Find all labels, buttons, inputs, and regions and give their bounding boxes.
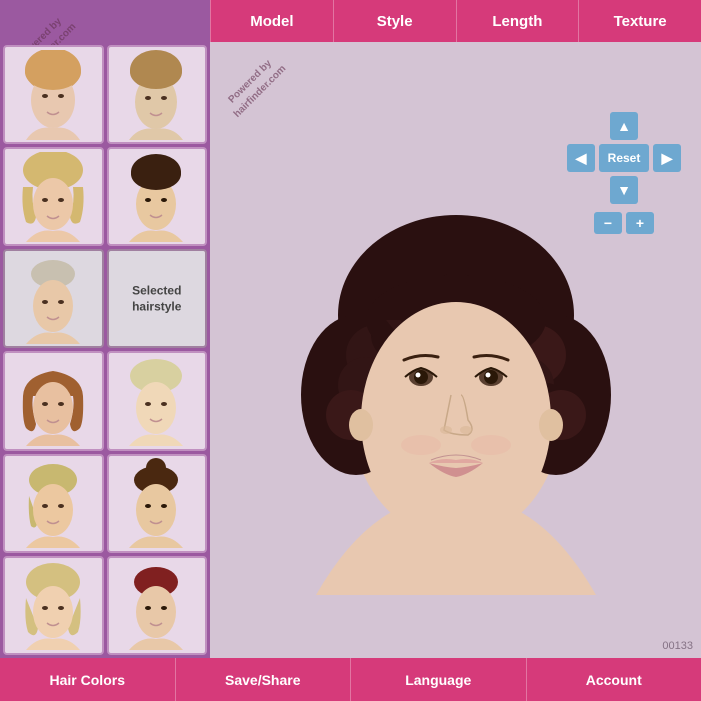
nav-row-up: ▲ [610, 112, 638, 140]
preview-area: Powered by hairfinder.com ▲ ◀ Reset ▶ ▼ … [210, 42, 701, 658]
main-area: Selected hairstyle [0, 42, 701, 658]
nav-account[interactable]: Account [527, 658, 701, 701]
thumbnail-face [16, 356, 91, 446]
nav-row-middle: ◀ Reset ▶ [567, 144, 681, 172]
selected-label: Selected hairstyle [132, 283, 181, 314]
preview-watermark: Powered by hairfinder.com [210, 42, 300, 132]
list-item[interactable] [107, 351, 208, 450]
image-id: 00133 [662, 640, 693, 652]
nav-hair-colors[interactable]: Hair Colors [0, 658, 176, 701]
tab-length[interactable]: Length [456, 0, 579, 42]
move-down-button[interactable]: ▼ [610, 176, 638, 204]
thumbnail-face [16, 50, 91, 140]
list-item[interactable] [107, 454, 208, 553]
zoom-controls: − + [594, 212, 654, 234]
top-nav-spacer: Powered by hairfinder.com [0, 0, 210, 42]
zoom-in-button[interactable]: + [626, 212, 654, 234]
list-item[interactable] [3, 351, 104, 450]
position-controls: ▲ ◀ Reset ▶ ▼ − + [567, 112, 681, 234]
zoom-out-button[interactable]: − [594, 212, 622, 234]
move-right-button[interactable]: ▶ [653, 144, 681, 172]
nav-row-down: ▼ [610, 176, 638, 204]
list-item[interactable] [3, 556, 104, 655]
thumbnail-face [119, 560, 194, 650]
thumbnail-face [16, 152, 91, 242]
list-item[interactable] [107, 147, 208, 246]
bottom-navigation: Hair Colors Save/Share Language Account [0, 658, 701, 701]
thumbnail-face [16, 560, 91, 650]
list-item[interactable] [3, 45, 104, 144]
list-item[interactable] [107, 45, 208, 144]
selected-hairstyle-item[interactable]: Selected hairstyle [107, 249, 208, 348]
reset-button[interactable]: Reset [599, 144, 649, 172]
move-up-button[interactable]: ▲ [610, 112, 638, 140]
list-item[interactable] [3, 249, 104, 348]
nav-language[interactable]: Language [351, 658, 527, 701]
preview-watermark-text: Powered by hairfinder.com [221, 53, 290, 122]
thumbnail-face [119, 458, 194, 548]
list-item[interactable] [3, 147, 104, 246]
move-left-button[interactable]: ◀ [567, 144, 595, 172]
thumbnail-face [119, 50, 194, 140]
thumbnail-face [16, 254, 91, 344]
thumbnail-face [16, 458, 91, 548]
list-item[interactable] [107, 556, 208, 655]
tab-model[interactable]: Model [210, 0, 333, 42]
tab-texture[interactable]: Texture [578, 0, 701, 42]
thumbnail-face [119, 152, 194, 242]
thumbnail-face [119, 356, 194, 446]
list-item[interactable] [3, 454, 104, 553]
hairstyle-sidebar: Selected hairstyle [0, 42, 210, 658]
nav-save-share[interactable]: Save/Share [176, 658, 352, 701]
top-navigation: Powered by hairfinder.com Model Style Le… [0, 0, 701, 42]
tab-style[interactable]: Style [333, 0, 456, 42]
